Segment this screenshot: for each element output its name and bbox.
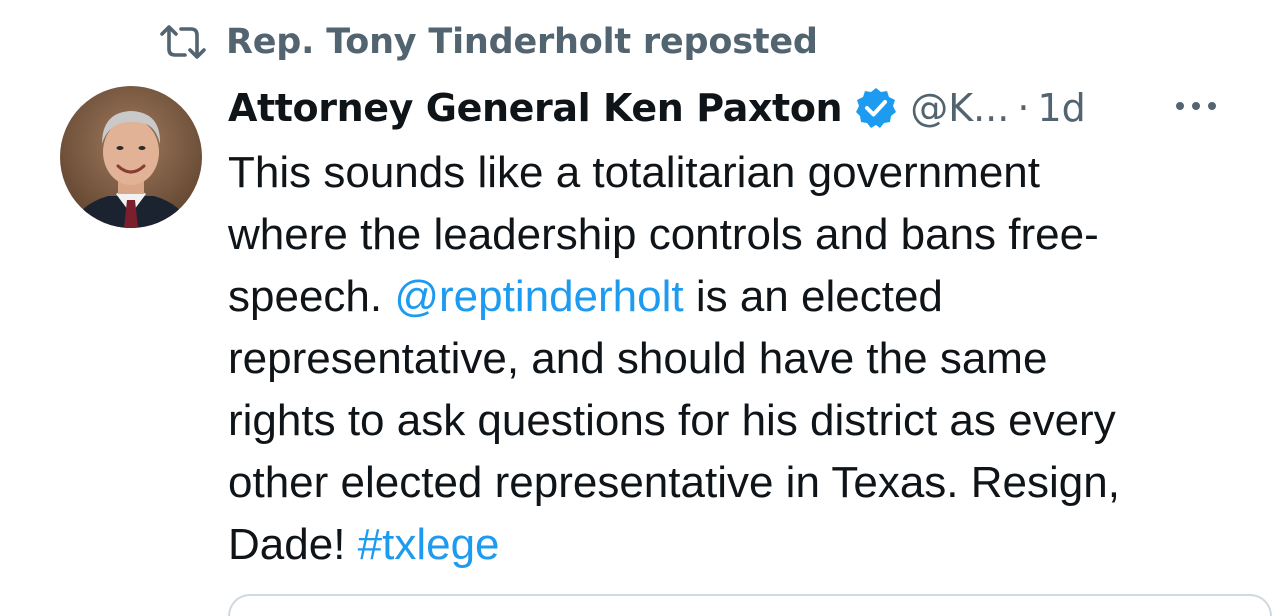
tweet-header: Attorney General Ken Paxton @K... · 1d — [228, 80, 1086, 136]
tweet-line: where the leadership controls and bans f… — [228, 210, 1099, 259]
tweet-text: This sounds like a totalitarian governme… — [228, 142, 1238, 576]
quoted-tweet-card[interactable] — [228, 594, 1272, 616]
more-icon[interactable] — [1172, 98, 1220, 114]
tweet-line: other elected representative in Texas. R… — [228, 458, 1120, 507]
verified-badge-icon[interactable] — [854, 86, 898, 130]
tweet-text-segment: speech. — [228, 272, 395, 321]
separator-dot: · — [1017, 86, 1030, 130]
tweet-text-segment: Dade! — [228, 520, 358, 569]
avatar[interactable] — [60, 86, 202, 228]
mention-link[interactable]: @reptinderholt — [394, 272, 683, 321]
tweet-line: rights to ask questions for his district… — [228, 396, 1116, 445]
author-handle[interactable]: @K... — [910, 86, 1009, 130]
repost-header: Rep. Tony Tinderholt reposted — [158, 20, 818, 64]
hashtag-link[interactable]: #txlege — [358, 520, 500, 569]
tweet-line: speech. @reptinderholt is an elected — [228, 266, 1238, 328]
timestamp[interactable]: 1d — [1037, 86, 1085, 130]
repost-icon — [158, 24, 208, 60]
repost-label[interactable]: Rep. Tony Tinderholt reposted — [226, 22, 818, 62]
tweet-line: Dade! #txlege — [228, 514, 1238, 576]
tweet-text-segment: is an elected — [683, 272, 943, 321]
author-name[interactable]: Attorney General Ken Paxton — [228, 86, 843, 130]
tweet-line: representative, and should have the same — [228, 334, 1048, 383]
tweet-line: This sounds like a totalitarian governme… — [228, 148, 1040, 197]
